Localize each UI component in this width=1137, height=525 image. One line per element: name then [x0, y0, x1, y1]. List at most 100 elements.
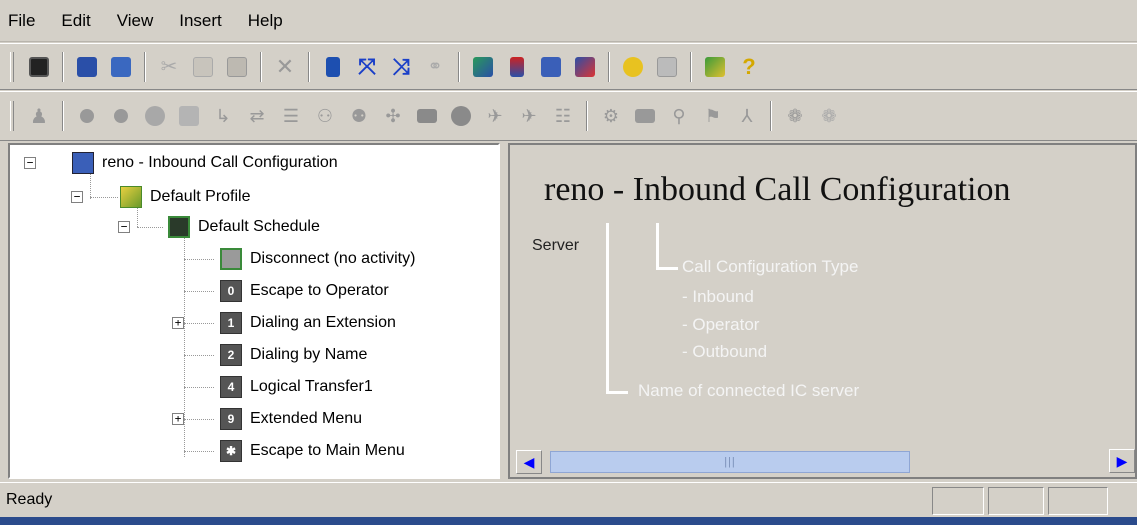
expand-button[interactable]: ⤧ [353, 53, 381, 81]
stop-button[interactable] [107, 102, 135, 130]
horizontal-scrollbar[interactable]: ◀ ||| ▶ [516, 449, 1135, 475]
route-button[interactable]: ⇄ [243, 102, 271, 130]
type-bracket-line [656, 223, 659, 269]
group-button[interactable] [141, 102, 169, 130]
key-button[interactable] [619, 53, 647, 81]
list-icon: ☷ [554, 105, 572, 126]
menu-button[interactable] [413, 102, 441, 130]
toolbar-separator [144, 51, 146, 82]
key-1-icon: 1 [220, 312, 242, 334]
type-inbound: - Inbound [682, 287, 754, 306]
forward-button[interactable]: ⚑ [699, 102, 727, 130]
extension-icon: ⚙ [602, 105, 620, 126]
menu-edit[interactable]: Edit [61, 11, 90, 31]
collapse-profile-toggle[interactable]: − [71, 191, 83, 203]
scroll-thumb[interactable]: ||| [550, 451, 910, 473]
refresh-button[interactable] [107, 53, 135, 81]
server-bracket-line [606, 391, 628, 394]
type-operator: - Operator [682, 315, 760, 334]
tree-node-menu-item[interactable]: ✱ Escape to Main Menu [220, 437, 405, 465]
connect-button[interactable] [571, 53, 599, 81]
agent-button[interactable]: ⚇ [311, 102, 339, 130]
audio-icon: ✈ [521, 105, 537, 126]
server-button[interactable] [503, 53, 531, 81]
paste-button[interactable] [223, 53, 251, 81]
tree-node-menu-item[interactable]: 0 Escape to Operator [220, 277, 389, 305]
tree-node-menu-item[interactable]: 4 Logical Transfer1 [220, 373, 373, 401]
connect-icon [575, 56, 595, 77]
tree-node-menu-item[interactable]: 9 Extended Menu [220, 405, 362, 433]
lookup-button[interactable]: ⚲ [665, 102, 693, 130]
save-button[interactable] [25, 53, 53, 81]
collapse-server-toggle[interactable]: − [24, 157, 36, 169]
branch-button[interactable]: ⅄ [733, 102, 761, 130]
delete-button[interactable]: ✕ [271, 53, 299, 81]
play-icon: ✈ [487, 105, 503, 126]
toolbar-separator [308, 51, 310, 82]
workgroup-button[interactable]: ⚉ [345, 102, 373, 130]
configuration-tree: − reno - Inbound Call Configuration − De… [8, 143, 500, 479]
tree-node-menu-item[interactable]: 2 Dialing by Name [220, 341, 367, 369]
menu-help[interactable]: Help [248, 11, 283, 31]
tree-node-profile[interactable]: Default Profile [120, 183, 251, 211]
settings-button[interactable]: ❁ [781, 102, 809, 130]
copy-icon [193, 56, 213, 77]
scroll-left-button[interactable]: ◀ [516, 450, 542, 474]
server-label: Server [532, 237, 580, 254]
chevron-right-icon: ▶ [1116, 452, 1128, 469]
extension-button[interactable]: ⚙ [597, 102, 625, 130]
scroll-right-button[interactable]: ▶ [1109, 449, 1135, 473]
properties-button[interactable] [701, 53, 729, 81]
collapse-button[interactable]: ⤨ [387, 53, 415, 81]
tree-node-schedule[interactable]: Default Schedule [168, 213, 320, 241]
menu-file[interactable]: File [8, 11, 35, 31]
grid-button[interactable] [653, 53, 681, 81]
menu-view[interactable]: View [117, 11, 154, 31]
link-button[interactable]: ⚭ [421, 53, 449, 81]
copy-button[interactable] [189, 53, 217, 81]
help-button[interactable]: ? [735, 53, 763, 81]
menu-bar: File Edit View Insert Help [0, 0, 1137, 42]
record-button[interactable] [73, 102, 101, 130]
list-button[interactable]: ☷ [549, 102, 577, 130]
toolbar-grip[interactable] [10, 101, 14, 131]
menu-item-label: Disconnect (no activity) [250, 250, 416, 267]
tree-guide [90, 197, 118, 198]
person-button[interactable]: ♟ [25, 102, 53, 130]
expand-extended-menu-toggle[interactable]: + [172, 413, 184, 425]
tree-node-menu-item[interactable]: 1 Dialing an Extension [220, 309, 396, 337]
agent-icon: ⚇ [316, 105, 334, 126]
queue-button[interactable]: ☰ [277, 102, 305, 130]
route-icon: ⇄ [249, 105, 265, 126]
menu-insert[interactable]: Insert [179, 11, 222, 31]
play-button[interactable]: ✈ [481, 102, 509, 130]
toolbar-grip[interactable] [10, 51, 14, 82]
dial-button[interactable]: ✣ [379, 102, 407, 130]
expand-icon: ⤧ [358, 53, 376, 79]
gear-button[interactable]: ❁ [815, 102, 843, 130]
tree-node-menu-item[interactable]: Disconnect (no activity) [220, 245, 415, 273]
circle-button[interactable] [447, 102, 475, 130]
tree-node-schedule-label: Default Schedule [198, 218, 320, 235]
menu2-icon [635, 109, 655, 123]
tree-node-server[interactable]: reno - Inbound Call Configuration [72, 149, 338, 177]
computer-button[interactable] [537, 53, 565, 81]
detail-title: reno - Inbound Call Configuration [544, 171, 1011, 208]
grid-icon [657, 56, 677, 77]
link-icon: ⚭ [427, 56, 443, 76]
expand-dialing-extension-toggle[interactable]: + [172, 317, 184, 329]
menu2-button[interactable] [631, 102, 659, 130]
network-button[interactable] [469, 53, 497, 81]
cut-button[interactable]: ✂ [155, 53, 183, 81]
key-9-icon: 9 [220, 408, 242, 430]
open-config-button[interactable] [73, 53, 101, 81]
audio-button[interactable]: ✈ [515, 102, 543, 130]
transfer-button[interactable]: ↳ [209, 102, 237, 130]
settings-icon: ❁ [787, 105, 803, 126]
menu-item-label: Dialing an Extension [250, 314, 396, 331]
help-icon: ? [742, 53, 756, 79]
key-icon [623, 56, 643, 77]
table-button[interactable] [175, 102, 203, 130]
sort-button[interactable] [319, 53, 347, 81]
collapse-schedule-toggle[interactable]: − [118, 221, 130, 233]
